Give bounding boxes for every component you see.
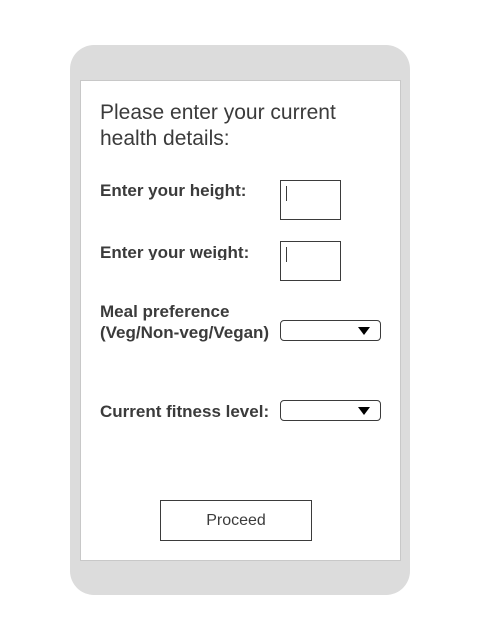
meal-preference-label: Meal preference (Veg/Non-veg/Vegan) — [100, 302, 270, 342]
height-label: Enter your height: — [100, 181, 247, 200]
text-cursor — [286, 247, 287, 262]
height-input[interactable] — [280, 180, 341, 220]
fitness-level-label: Current fitness level: — [100, 402, 270, 421]
chevron-down-icon — [358, 407, 370, 415]
chevron-down-icon — [358, 327, 370, 335]
proceed-button[interactable]: Proceed — [160, 500, 312, 541]
meal-preference-select[interactable] — [280, 320, 381, 341]
fitness-level-select[interactable] — [280, 400, 381, 421]
page-title: Please enter your current health details… — [100, 101, 336, 150]
text-cursor — [286, 186, 287, 201]
weight-label: Enter your weight: — [100, 243, 250, 260]
weight-input[interactable] — [280, 241, 341, 281]
